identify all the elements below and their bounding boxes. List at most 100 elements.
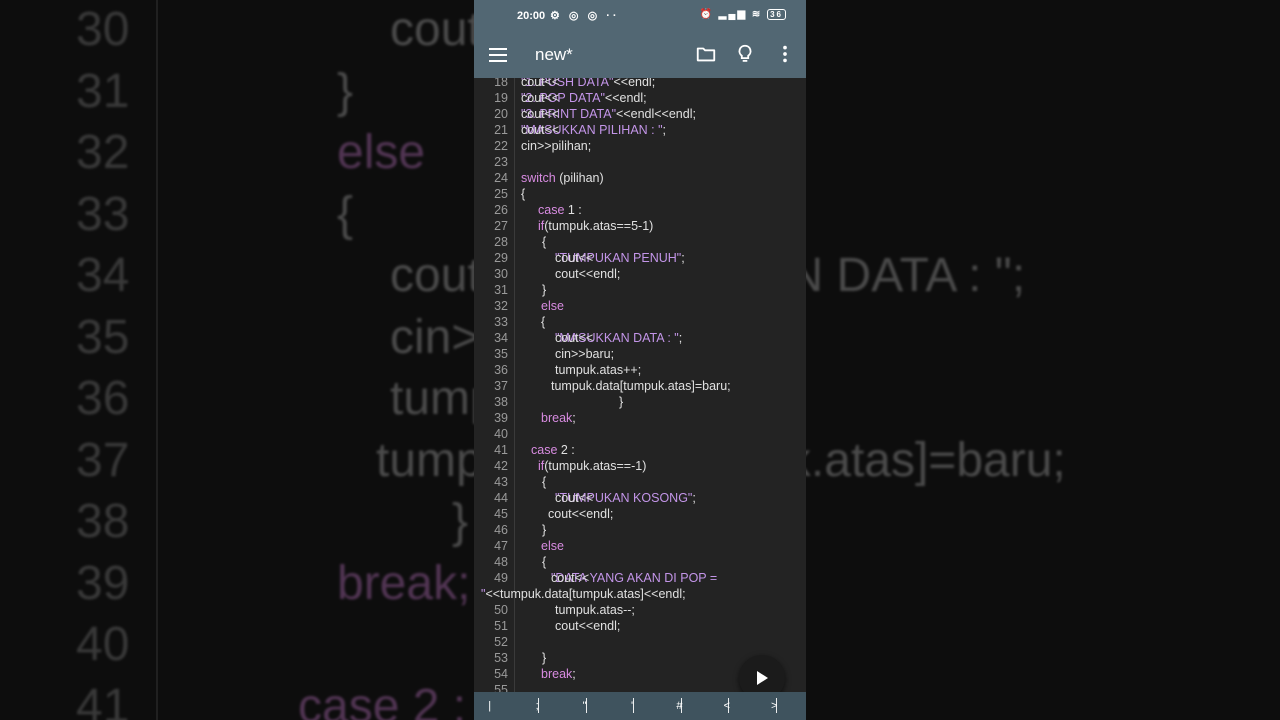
line-number: 53 bbox=[494, 651, 508, 665]
key-separator bbox=[775, 698, 777, 713]
battery-icon: 36 bbox=[767, 9, 786, 20]
code-line[interactable]: 38} bbox=[474, 394, 806, 410]
signal-icon: ▂▄▆ bbox=[718, 9, 748, 20]
code-token: ; bbox=[681, 251, 685, 265]
symbol-key[interactable]: # bbox=[656, 692, 703, 720]
code-token: } bbox=[542, 523, 547, 537]
background-line-number: 32 bbox=[76, 126, 130, 179]
line-number: 18 bbox=[494, 78, 508, 89]
line-number: 29 bbox=[494, 251, 508, 265]
code-line[interactable]: 28 { bbox=[474, 234, 806, 250]
code-line[interactable]: 30 cout<<endl; bbox=[474, 266, 806, 282]
code-line[interactable]: 44 cout<< "TUMPUKAN KOSONG"; bbox=[474, 490, 806, 506]
wifi-icon: ≋ bbox=[751, 9, 763, 20]
symbol-key-bar: |; " ' # < > bbox=[474, 692, 806, 720]
code-line[interactable]: 24 switch (pilihan) bbox=[474, 170, 806, 186]
code-line[interactable]: 40 bbox=[474, 426, 806, 442]
code-token: cout<< bbox=[521, 91, 560, 105]
code-text: cout<< "3. PRINT DATA" <<endl<<endl; bbox=[521, 106, 696, 122]
code-line[interactable]: 50 tumpuk.atas--; bbox=[474, 602, 806, 618]
code-line[interactable]: 46} bbox=[474, 522, 806, 538]
code-text: cout<< "MASUKKAN DATA : "; bbox=[555, 330, 682, 346]
code-line[interactable]: 42 if (tumpuk.atas==-1) bbox=[474, 458, 806, 474]
code-token: } bbox=[619, 395, 624, 409]
code-line[interactable]: 27 if (tumpuk.atas==5-1) bbox=[474, 218, 806, 234]
folder-icon[interactable] bbox=[695, 43, 717, 65]
code-line[interactable]: 35 cin>>baru; bbox=[474, 346, 806, 362]
code-line[interactable]: 41 case 2 : bbox=[474, 442, 806, 458]
code-line[interactable]: 39 break; bbox=[474, 410, 806, 426]
code-line[interactable]: 33 { bbox=[474, 314, 806, 330]
code-line[interactable]: 43 { bbox=[474, 474, 806, 490]
code-line[interactable]: 36 tumpuk.atas++; bbox=[474, 362, 806, 378]
line-number: 34 bbox=[494, 331, 508, 345]
line-number: 39 bbox=[494, 411, 508, 425]
code-text: cout<< "2. POP DATA" <<endl; bbox=[521, 90, 647, 106]
code-text: cout<< "TUMPUKAN KOSONG"; bbox=[555, 490, 696, 506]
line-number: 40 bbox=[494, 427, 508, 441]
code-line[interactable]: 18 cout<< "1. PUSH DATA" <<endl; bbox=[474, 78, 806, 90]
code-line[interactable]: 52 bbox=[474, 634, 806, 650]
background-line-number: 35 bbox=[76, 310, 130, 364]
keyword-token: switch bbox=[521, 171, 556, 185]
line-number: 31 bbox=[494, 283, 508, 297]
more-options-icon[interactable] bbox=[774, 43, 796, 65]
notification-icons: ⚙ ◎ ◎ ·· bbox=[550, 10, 620, 22]
code-token: cout<< bbox=[555, 331, 594, 345]
symbol-key[interactable]: ; bbox=[513, 692, 560, 720]
code-line[interactable]: 19 cout<< "2. POP DATA" <<endl; bbox=[474, 90, 806, 106]
code-token: { bbox=[541, 315, 546, 329]
code-line[interactable]: 25 { bbox=[474, 186, 806, 202]
code-line[interactable]: 21 cout<< "MASUKKAN PILIHAN : "; bbox=[474, 122, 806, 138]
code-token: ; bbox=[572, 411, 576, 425]
key-separator bbox=[585, 698, 587, 713]
keyword-token: break bbox=[541, 667, 573, 681]
code-text: if (tumpuk.atas==5-1) bbox=[538, 218, 653, 234]
code-line[interactable]: 51 cout<<endl; bbox=[474, 618, 806, 634]
line-number: 41 bbox=[494, 443, 508, 457]
code-line[interactable]: 22 cin>>pilihan; bbox=[474, 138, 806, 154]
code-line[interactable]: 26 case 1 : bbox=[474, 202, 806, 218]
background-line-number: 39 bbox=[76, 556, 130, 610]
code-editor[interactable]: 18 cout<< "1. PUSH DATA" <<endl; 19 cout<< "2.… bbox=[474, 78, 806, 692]
code-line[interactable]: 49 cout<< "DATA YANG AKAN DI POP = bbox=[474, 570, 806, 586]
keyword-token: break bbox=[541, 411, 573, 425]
code-line[interactable]: " <<tumpuk.data[tumpuk.atas]<<endl; bbox=[474, 586, 806, 602]
code-line[interactable]: 37 tumpuk.data[tumpuk.atas]=baru; bbox=[474, 378, 806, 394]
code-text: break; bbox=[541, 410, 576, 426]
code-token: ; bbox=[572, 667, 576, 681]
code-token: } bbox=[542, 651, 547, 665]
background-code-text: case 2 : bbox=[298, 679, 467, 720]
code-line[interactable]: 29 cout<< "TUMPUKAN PENUH"; bbox=[474, 250, 806, 266]
line-number: 51 bbox=[494, 619, 508, 633]
line-number: 32 bbox=[494, 299, 508, 313]
background-code-text: else bbox=[337, 126, 426, 179]
code-line[interactable]: 31} bbox=[474, 282, 806, 298]
symbol-key[interactable]: | bbox=[474, 692, 513, 720]
line-number: 19 bbox=[494, 91, 508, 105]
code-line[interactable]: 23 bbox=[474, 154, 806, 170]
symbol-key[interactable]: " bbox=[561, 692, 608, 720]
keyword-token: case bbox=[531, 443, 558, 457]
lightbulb-icon[interactable] bbox=[734, 43, 756, 65]
line-number: 27 bbox=[494, 219, 508, 233]
symbol-key[interactable]: < bbox=[703, 692, 750, 720]
code-line[interactable]: 45 cout<<endl; bbox=[474, 506, 806, 522]
line-number: 21 bbox=[494, 123, 508, 137]
code-line[interactable]: 34 cout<< "MASUKKAN DATA : "; bbox=[474, 330, 806, 346]
code-line[interactable]: 32 else bbox=[474, 298, 806, 314]
code-line[interactable]: 47 else bbox=[474, 538, 806, 554]
symbol-key[interactable]: > bbox=[751, 692, 798, 720]
background-line-number: 38 bbox=[76, 495, 130, 548]
symbol-key[interactable]: ' bbox=[608, 692, 655, 720]
menu-icon[interactable] bbox=[489, 48, 507, 62]
code-text: cout<< "TUMPUKAN PENUH"; bbox=[555, 250, 685, 266]
code-line[interactable]: 48 { bbox=[474, 554, 806, 570]
background-line-number: 37 bbox=[76, 433, 130, 487]
code-text: else bbox=[541, 538, 564, 554]
code-token: tumpuk.data[tumpuk.atas]=baru; bbox=[551, 379, 731, 393]
background-line-number: 40 bbox=[76, 618, 130, 671]
code-token: cout<<endl; bbox=[555, 619, 621, 633]
code-line[interactable]: 20 cout<< "3. PRINT DATA" <<endl<<endl; bbox=[474, 106, 806, 122]
app-toolbar: new* bbox=[474, 32, 806, 78]
